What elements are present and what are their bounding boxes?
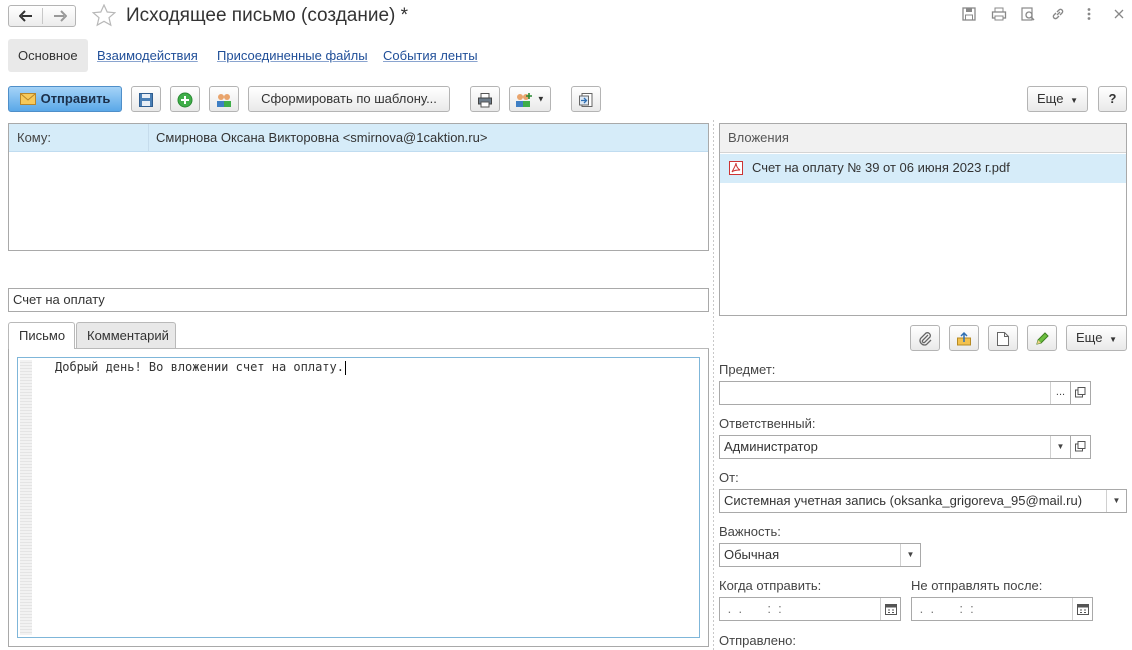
send-when-value: . . : : xyxy=(724,601,782,616)
attachments-more-button[interactable]: Еще ▼ xyxy=(1066,325,1127,351)
history-nav xyxy=(8,5,76,27)
template-button[interactable]: Сформировать по шаблону... xyxy=(248,86,450,112)
letter-body-editor[interactable]: Добрый день! Во вложении счет на оплату. xyxy=(17,357,700,638)
open-window-icon xyxy=(1075,441,1086,452)
tab-comment[interactable]: Комментарий xyxy=(76,322,176,349)
responsible-open-button[interactable] xyxy=(1071,435,1091,459)
plus-circle-icon xyxy=(177,92,193,108)
upload-file-button[interactable] xyxy=(949,325,979,351)
users-icon xyxy=(217,93,231,107)
chevron-down-icon[interactable]: ▼ xyxy=(1050,436,1070,458)
from-label: От: xyxy=(719,470,739,485)
favorite-star-icon[interactable] xyxy=(91,3,118,28)
send-button-label: Отправить xyxy=(40,91,111,106)
floppy-icon xyxy=(139,92,153,107)
calendar-icon[interactable] xyxy=(1072,598,1092,620)
document-arrow-icon xyxy=(579,92,593,107)
send-when-input[interactable]: . . : : xyxy=(719,597,901,621)
pdf-file-icon xyxy=(729,161,743,175)
tab-feed-events[interactable]: События ленты xyxy=(383,39,478,72)
subject-input[interactable]: Счет на оплату xyxy=(8,288,709,312)
not-after-label: Не отправлять после: xyxy=(911,578,1043,593)
more-vertical-icon[interactable] xyxy=(1080,6,1098,24)
arrow-left-icon xyxy=(18,10,32,22)
link-icon[interactable] xyxy=(1049,6,1067,24)
calendar-icon[interactable] xyxy=(880,598,900,620)
chevron-down-icon[interactable]: ▼ xyxy=(900,544,920,566)
text-cursor xyxy=(344,360,346,375)
print-button[interactable] xyxy=(470,86,500,112)
recipient-row[interactable]: Кому: Смирнова Оксана Викторовна <smirno… xyxy=(9,124,708,152)
responsible-label: Ответственный: xyxy=(719,416,816,431)
pencil-icon xyxy=(1036,331,1049,345)
editor-gutter xyxy=(20,360,32,635)
tab-interactions[interactable]: Взаимодействия xyxy=(97,39,198,72)
attachments-table[interactable]: Вложения Счет на оплату № 39 от 06 июня … xyxy=(719,123,1127,316)
attachments-header: Вложения xyxy=(720,124,1126,153)
arrow-right-icon xyxy=(53,10,67,22)
edit-file-button[interactable] xyxy=(1027,325,1057,351)
attachments-more-label: Еще xyxy=(1076,330,1103,345)
more-button-label: Еще xyxy=(1037,91,1064,106)
page-title: Исходящее письмо (создание) * xyxy=(126,5,409,26)
importance-label: Важность: xyxy=(719,524,781,539)
not-after-input[interactable]: . . : : xyxy=(911,597,1093,621)
add-button[interactable] xyxy=(170,86,200,112)
from-input[interactable]: Системная учетная запись (oksanka_grigor… xyxy=(719,489,1127,513)
send-when-label: Когда отправить: xyxy=(719,578,822,593)
help-button[interactable]: ? xyxy=(1098,86,1127,112)
letter-body-text: Добрый день! Во вложении счет на оплату. xyxy=(55,360,346,375)
row-divider xyxy=(148,124,149,152)
save-button[interactable] xyxy=(131,86,161,112)
chevron-down-icon[interactable]: ▼ xyxy=(1106,490,1126,512)
splitter[interactable] xyxy=(713,120,714,650)
paperclip-icon xyxy=(919,331,932,346)
send-button[interactable]: Отправить xyxy=(8,86,122,112)
sent-label: Отправлено: xyxy=(719,633,797,648)
dropdown-caret-icon: ▼ xyxy=(1070,96,1078,105)
attachment-name: Счет на оплату № 39 от 06 июня 2023 г.pd… xyxy=(752,160,1010,175)
more-button[interactable]: Еще ▼ xyxy=(1027,86,1088,112)
tab-main[interactable]: Основное xyxy=(8,39,88,72)
save-icon[interactable] xyxy=(960,6,978,24)
users-add-icon xyxy=(516,92,533,107)
upload-icon xyxy=(957,331,971,346)
importance-value: Обычная xyxy=(724,547,780,562)
contacts-button[interactable] xyxy=(209,86,239,112)
assign-users-button[interactable]: ▼ xyxy=(509,86,551,112)
attach-file-button[interactable] xyxy=(910,325,940,351)
print-icon[interactable] xyxy=(990,6,1008,24)
tab-letter[interactable]: Письмо xyxy=(8,322,75,349)
select-button[interactable]: ... xyxy=(1050,382,1070,404)
back-button[interactable] xyxy=(9,6,42,26)
document-icon xyxy=(997,331,1009,346)
subject-field-label: Предмет: xyxy=(719,362,776,377)
envelope-icon xyxy=(19,92,36,105)
dropdown-caret-icon: ▼ xyxy=(1109,335,1117,344)
preview-icon[interactable] xyxy=(1019,6,1037,24)
open-window-icon xyxy=(1075,387,1086,398)
to-label: Кому: xyxy=(17,130,51,145)
from-value: Системная учетная запись (oksanka_grigor… xyxy=(724,493,1083,508)
close-icon[interactable] xyxy=(1110,6,1128,24)
subject-field-input[interactable]: ... xyxy=(719,381,1071,405)
subject-open-button[interactable] xyxy=(1071,381,1091,405)
responsible-value: Администратор xyxy=(724,439,818,454)
tab-attached-files[interactable]: Присоединенные файлы xyxy=(217,39,368,72)
to-value[interactable]: Смирнова Оксана Викторовна <smirnova@1ca… xyxy=(156,130,487,145)
dropdown-caret-icon: ▼ xyxy=(536,94,545,104)
new-file-button[interactable] xyxy=(988,325,1018,351)
responsible-input[interactable]: Администратор ▼ xyxy=(719,435,1071,459)
letter-body-frame: Добрый день! Во вложении счет на оплату. xyxy=(8,349,709,647)
import-button[interactable] xyxy=(571,86,601,112)
attachment-row[interactable]: Счет на оплату № 39 от 06 июня 2023 г.pd… xyxy=(720,154,1126,183)
printer-icon xyxy=(478,92,492,108)
forward-button[interactable] xyxy=(43,6,76,26)
not-after-value: . . : : xyxy=(916,601,974,616)
recipients-table[interactable]: Кому: Смирнова Оксана Викторовна <smirno… xyxy=(8,123,709,251)
importance-select[interactable]: Обычная ▼ xyxy=(719,543,921,567)
